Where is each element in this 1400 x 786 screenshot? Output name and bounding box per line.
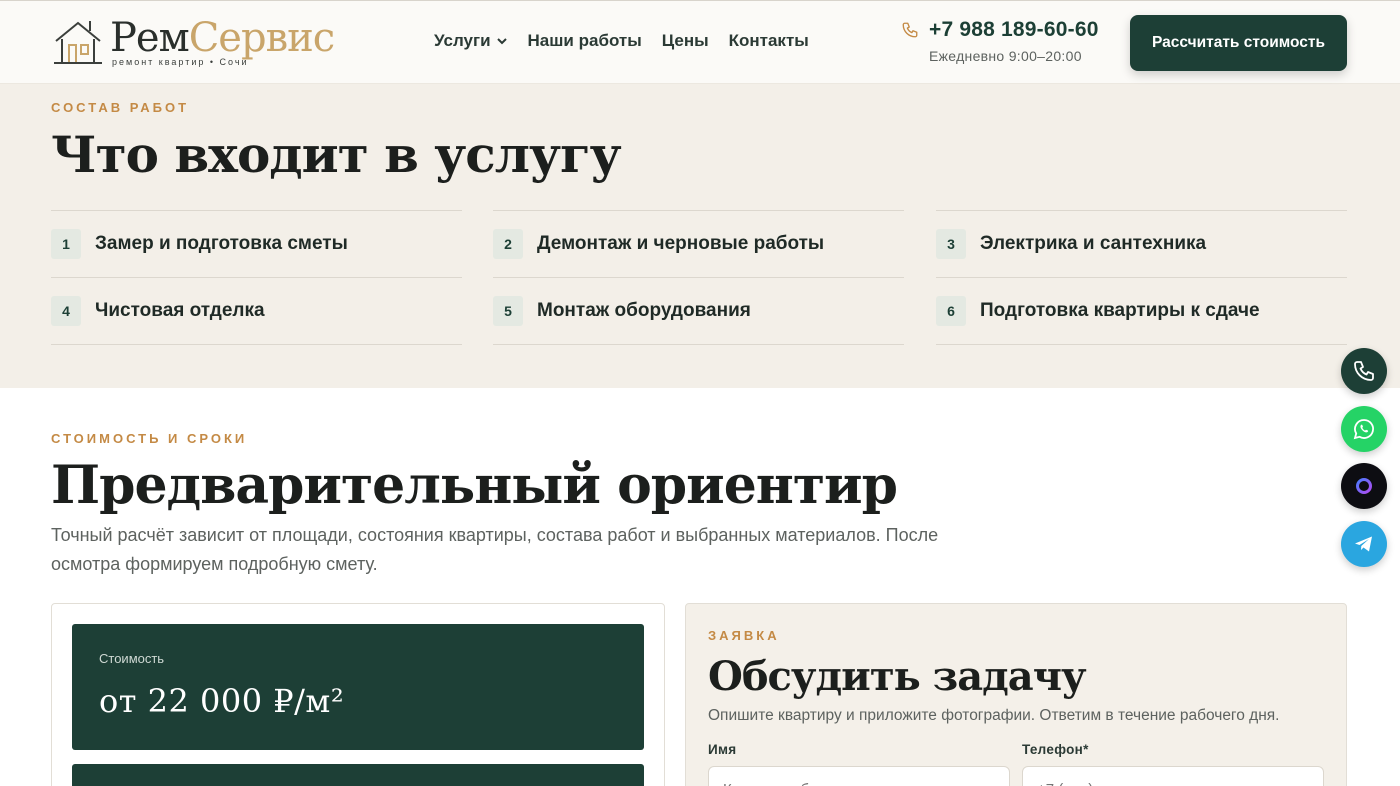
pricing-title: Предварительный ориентир	[51, 455, 898, 516]
step-label: Замер и подготовка сметы	[95, 233, 348, 254]
list-item: 3 Электрика и сантехника	[936, 210, 1347, 278]
working-hours: Ежедневно 9:00–20:00	[929, 48, 1082, 64]
logo-word-rem: Рем	[110, 15, 190, 61]
logo-subtitle: ремонт квартир • Сочи	[112, 57, 249, 67]
max-messenger-button[interactable]	[1341, 463, 1387, 509]
nav-item-prices[interactable]: Цены	[662, 31, 709, 51]
list-item: 6 Подготовка квартиры к сдаче	[936, 277, 1347, 345]
price-card: Стоимость от 22 000 ₽/м²	[51, 603, 665, 786]
step-label: Электрика и сантехника	[980, 233, 1207, 254]
request-form-card: ЗАЯВКА Обсудить задачу Опишите квартиру …	[685, 603, 1347, 786]
step-label: Подготовка квартиры к сдаче	[980, 300, 1260, 321]
form-description: Опишите квартиру и приложите фотографии.…	[708, 707, 1280, 724]
telegram-icon	[1355, 536, 1372, 552]
calculate-cost-button[interactable]: Рассчитать стоимость	[1130, 15, 1347, 71]
price-value: от 22 000 ₽/м²	[99, 682, 345, 720]
step-number: 4	[51, 296, 81, 326]
list-item: 4 Чистовая отделка	[51, 277, 462, 345]
nav-item-label: Услуги	[434, 31, 491, 50]
step-number: 3	[936, 229, 966, 259]
form-title: Обсудить задачу	[708, 653, 1087, 700]
main-nav: Услуги Наши работы Цены Контакты	[434, 31, 829, 51]
term-box	[72, 764, 644, 786]
nav-item-label: Наши работы	[527, 31, 642, 50]
step-label: Демонтаж и черновые работы	[537, 233, 825, 254]
step-number: 1	[51, 229, 81, 259]
list-item: 2 Демонтаж и черновые работы	[493, 210, 904, 278]
nav-item-portfolio[interactable]: Наши работы	[528, 31, 642, 51]
form-eyebrow: ЗАЯВКА	[708, 628, 780, 643]
phone-number: +7 988 189-60-60	[929, 18, 1099, 41]
call-button[interactable]	[1341, 348, 1387, 394]
logo-word-servis: Сервис	[188, 15, 335, 61]
phone-link[interactable]: +7 988 189-60-60	[901, 18, 1099, 42]
nav-item-label: Цены	[661, 31, 709, 50]
whatsapp-icon	[1353, 419, 1374, 440]
logo[interactable]: РемСервис ремонт квартир • Сочи	[54, 17, 354, 69]
works-section: СОСТАВ РАБОТ Что входит в услугу 1 Замер…	[0, 83, 1400, 388]
house-logo-icon	[54, 21, 102, 64]
site-header: РемСервис ремонт квартир • Сочи Услуги Н…	[0, 0, 1400, 83]
pricing-eyebrow: СТОИМОСТЬ И СРОКИ	[51, 431, 248, 446]
phone-icon	[1354, 361, 1374, 381]
whatsapp-button[interactable]	[1341, 406, 1387, 452]
name-field[interactable]	[708, 766, 1010, 786]
max-icon	[1356, 478, 1372, 494]
step-label: Монтаж оборудования	[537, 300, 751, 321]
step-label: Чистовая отделка	[95, 300, 265, 321]
step-number: 5	[493, 296, 523, 326]
works-title: Что входит в услугу	[51, 125, 622, 184]
nav-item-label: Контакты	[728, 31, 809, 50]
name-field-label: Имя	[708, 742, 737, 757]
nav-item-contacts[interactable]: Контакты	[729, 31, 809, 51]
nav-item-services[interactable]: Услуги	[434, 31, 508, 51]
pricing-description: Точный расчёт зависит от площади, состоя…	[51, 525, 939, 574]
chevron-down-icon	[496, 38, 507, 45]
step-number: 6	[936, 296, 966, 326]
price-box: Стоимость от 22 000 ₽/м²	[72, 624, 644, 750]
step-number: 2	[493, 229, 523, 259]
list-item: 1 Замер и подготовка сметы	[51, 210, 462, 278]
phone-icon	[902, 22, 918, 38]
phone-field-label: Телефон*	[1022, 742, 1089, 757]
list-item: 5 Монтаж оборудования	[493, 277, 904, 345]
phone-field[interactable]	[1022, 766, 1324, 786]
telegram-button[interactable]	[1341, 521, 1387, 567]
logo-wordmark: РемСервис ремонт квартир • Сочи	[110, 15, 335, 67]
works-eyebrow: СОСТАВ РАБОТ	[51, 100, 190, 115]
header-contact: +7 988 189-60-60 Ежедневно 9:00–20:00	[901, 18, 1099, 64]
price-label: Стоимость	[99, 651, 165, 666]
